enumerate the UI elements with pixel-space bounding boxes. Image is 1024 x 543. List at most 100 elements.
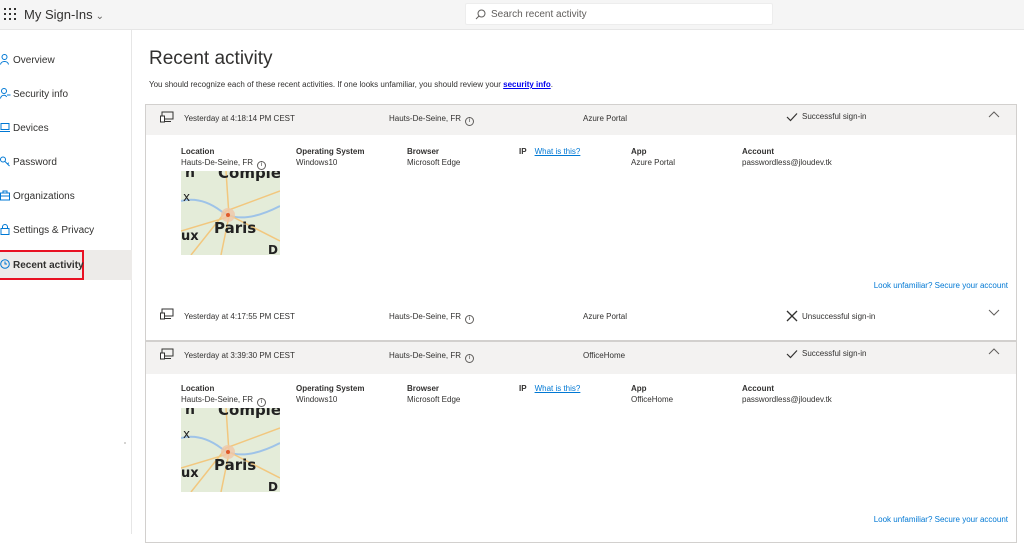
activity-time: Yesterday at 4:17:55 PM CEST [184,312,295,321]
browser-detail: Browser Microsoft Edge [407,384,460,404]
activity-card: Yesterday at 4:17:55 PM CEST Hauts-De-Se… [145,305,1017,341]
ip-label: IP [519,384,527,393]
what-is-this-link[interactable]: What is this? [535,147,581,156]
chevron-down-icon[interactable] [988,309,1000,317]
info-icon[interactable]: i [465,117,475,126]
sidebar-item-devices[interactable]: Devices [0,114,132,142]
app-detail: App Azure Portal [631,147,675,167]
app-launcher-icon[interactable] [4,8,16,20]
app-label: App [631,384,647,393]
activity-card: Yesterday at 4:18:14 PM CEST Hauts-De-Se… [145,104,1017,306]
browser-value: Microsoft Edge [407,158,461,167]
os-value: Windows10 [296,395,338,404]
activity-card: Yesterday at 3:39:30 PM CEST Hauts-De-Se… [145,341,1017,543]
info-icon[interactable]: i [257,161,267,170]
ip-label: IP [519,147,527,156]
location-map: Compie n x Paris ux D [181,408,280,492]
app-title: My Sign-Ins [24,7,93,22]
sidebar-item-password[interactable]: Password [0,148,132,176]
os-label: Operating System [296,384,365,393]
briefcase-icon [0,190,10,201]
os-detail: Operating System Windows10 [296,147,364,167]
laptop-icon [0,123,10,132]
activity-time: Yesterday at 4:18:14 PM CEST [184,114,295,123]
activity-location: Hauts-De-Seine, FR i [389,312,475,324]
map-label: ux [181,229,199,244]
x-icon [786,310,798,322]
top-bar: My Sign-Ins ⌄ Search recent activity [0,0,1024,30]
info-icon[interactable]: i [465,315,475,324]
info-icon[interactable]: i [465,354,475,363]
map-label: x [183,190,191,204]
chevron-down-icon: ⌄ [95,11,105,22]
app-label: App [631,147,647,156]
security-info-link[interactable]: security info [503,80,551,89]
activity-header[interactable]: Yesterday at 4:18:14 PM CEST Hauts-De-Se… [146,105,1016,135]
computer-icon [160,348,174,360]
sidebar-item-settings-privacy[interactable]: Settings & Privacy [0,216,132,244]
location-value: Hauts-De-Seine, FR i [181,158,267,170]
browser-label: Browser [407,147,440,156]
map-label: D [268,480,278,492]
sidebar-item-organizations[interactable]: Organizations [0,182,132,210]
browser-label: Browser [407,384,440,393]
sidebar-item-label: Security info [13,89,69,100]
ip-detail: IP What is this? [519,384,580,393]
checkmark-icon [786,350,798,359]
secure-account-link[interactable]: Look unfamiliar? Secure your account [874,281,1008,290]
app-value: OfficeHome [631,395,674,404]
secure-account-link[interactable]: Look unfamiliar? Secure your account [874,515,1008,524]
app-detail: App OfficeHome [631,384,673,404]
sidebar-item-label: Password [13,157,57,168]
what-is-this-link[interactable]: What is this? [535,384,581,393]
sidebar-item-security-info[interactable]: Security info [0,80,132,108]
account-label: Account [742,147,774,156]
browser-value: Microsoft Edge [407,395,461,404]
page-title: Recent activity [149,48,273,69]
activity-app: Azure Portal [583,312,628,321]
activity-app: OfficeHome [583,351,626,360]
account-value: passwordless@jloudev.tk [742,395,832,404]
sidebar-item-label: Organizations [13,191,75,202]
status-text: Successful sign-in [802,112,867,121]
activity-time: Yesterday at 3:39:30 PM CEST [184,351,295,360]
app-value: Azure Portal [631,158,676,167]
sidebar: Overview Security info Devices Password … [0,30,132,534]
sidebar-item-label: Recent activity [13,260,84,271]
search-placeholder: Search recent activity [491,9,587,20]
sidebar-item-recent-activity[interactable]: Recent activity [0,250,132,280]
activity-status: Unsuccessful sign-in [786,310,875,322]
sidebar-item-overview[interactable]: Overview [0,46,132,74]
account-value: passwordless@jloudev.tk [742,158,832,167]
activity-status: Successful sign-in [786,349,866,359]
subtitle-suffix: . [550,80,553,89]
person-icon [0,54,9,65]
location-text: Hauts-De-Seine, FR [389,351,462,360]
map-label: Paris [214,219,257,237]
os-detail: Operating System Windows10 [296,384,364,404]
sidebar-item-label: Settings & Privacy [13,225,95,236]
lock-icon [0,224,10,235]
chevron-up-icon[interactable] [988,110,1000,118]
sidebar-item-label: Devices [13,123,49,134]
key-person-icon [0,88,11,99]
location-text: Hauts-De-Seine, FR [181,395,254,404]
location-text: Hauts-De-Seine, FR [389,114,462,123]
chevron-up-icon[interactable] [988,347,1000,355]
info-icon[interactable]: i [257,398,267,407]
status-text: Successful sign-in [802,349,867,358]
location-detail: Location Hauts-De-Seine, FR i [181,384,267,407]
os-label: Operating System [296,147,365,156]
search-input[interactable]: Search recent activity [465,3,773,25]
account-detail: Account passwordless@jloudev.tk [742,147,832,167]
map-label: x [183,427,191,441]
map-label: n [185,408,195,418]
activity-header[interactable]: Yesterday at 3:39:30 PM CEST Hauts-De-Se… [146,342,1016,374]
key-icon [0,156,10,167]
activity-location: Hauts-De-Seine, FR i [389,351,475,363]
app-title-menu[interactable]: My Sign-Ins ⌄ [24,7,104,22]
activity-header[interactable]: Yesterday at 4:17:55 PM CEST Hauts-De-Se… [146,305,1016,339]
location-text: Hauts-De-Seine, FR [389,312,462,321]
location-detail: Location Hauts-De-Seine, FR i [181,147,267,170]
computer-icon [160,111,174,123]
